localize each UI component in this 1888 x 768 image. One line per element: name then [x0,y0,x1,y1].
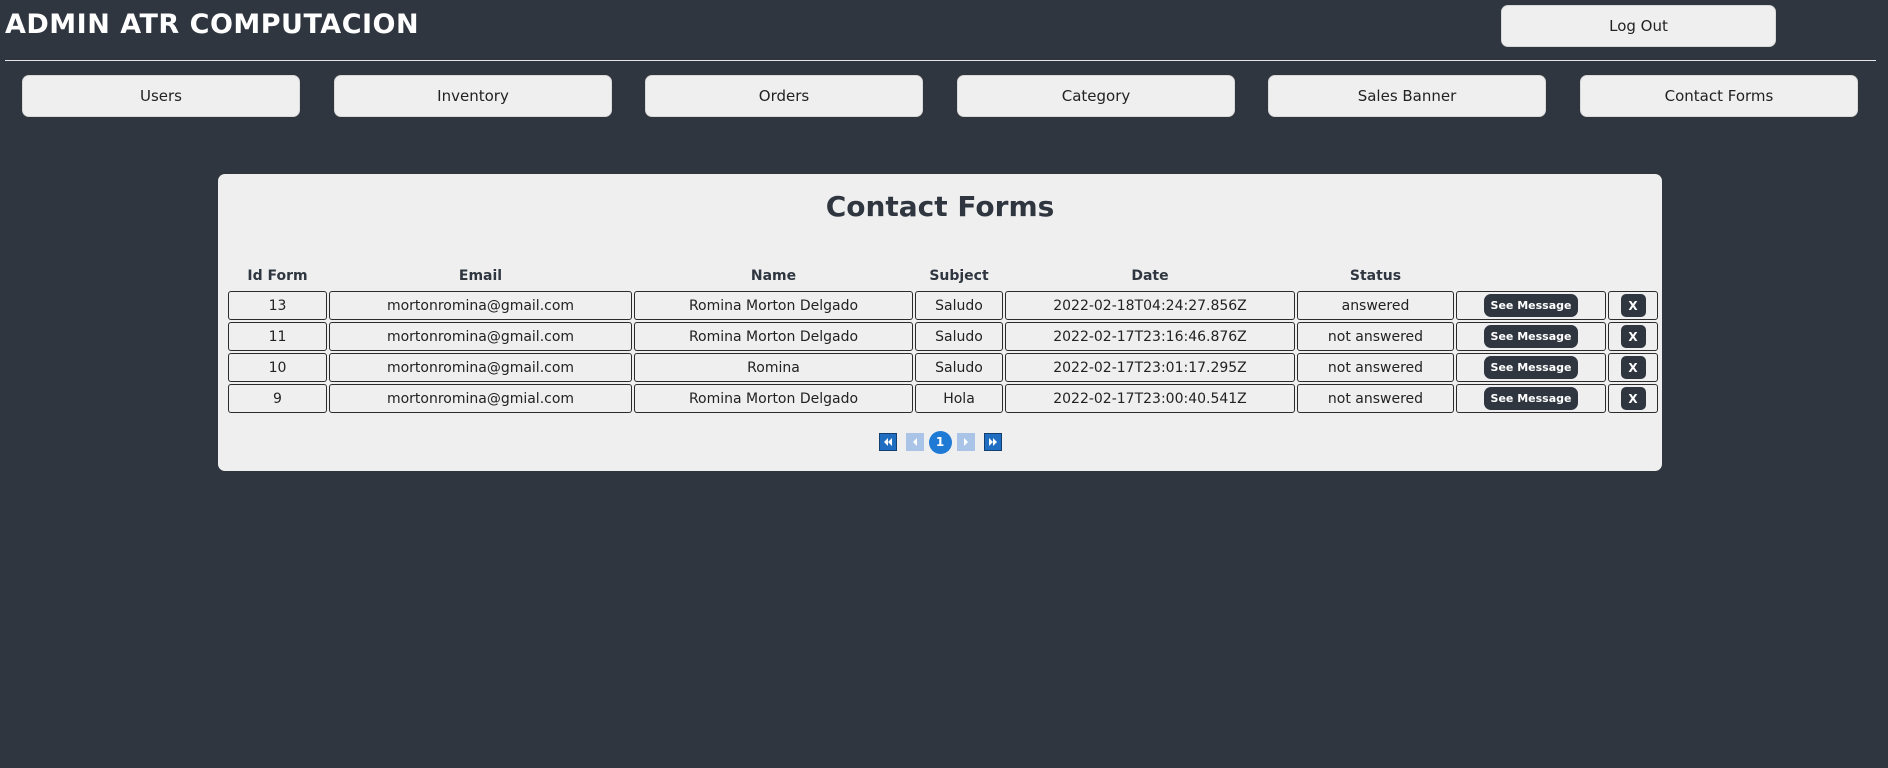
delete-button[interactable]: X [1620,356,1646,379]
cell-date: 2022-02-17T23:01:17.295Z [1005,353,1295,382]
column-header-email: Email [458,268,503,284]
cell-delete: X [1608,291,1658,320]
delete-button[interactable]: X [1620,387,1646,410]
cell-see-message: See Message [1456,353,1606,382]
cell-status: not answered [1297,322,1454,351]
last-page-button[interactable] [983,433,1002,451]
see-message-button[interactable]: See Message [1483,294,1579,317]
cell-date: 2022-02-18T04:24:27.856Z [1005,291,1295,320]
table-row: 10 mortonromina@gmail.com Romina Saludo … [228,353,1658,382]
cell-id: 13 [228,291,327,320]
table-row: 11 mortonromina@gmail.com Romina Morton … [228,322,1658,351]
nav-sales-banner-button[interactable]: Sales Banner [1268,75,1546,117]
cell-status: not answered [1297,353,1454,382]
app-title: ADMIN ATR COMPUTACION [5,9,420,40]
double-left-arrow-icon [883,438,892,446]
column-header-message [1456,267,1606,289]
cell-date: 2022-02-17T23:00:40.541Z [1005,384,1295,413]
cell-name: Romina [634,353,913,382]
column-header-name: Name [750,268,797,284]
see-message-button[interactable]: See Message [1483,325,1579,348]
see-message-button[interactable]: See Message [1483,356,1579,379]
cell-email: mortonromina@gmail.com [329,353,632,382]
current-page-button[interactable]: 1 [928,430,952,454]
cell-status: answered [1297,291,1454,320]
delete-button[interactable]: X [1620,294,1646,317]
delete-button[interactable]: X [1620,325,1646,348]
column-header-id: Id Form [247,268,308,284]
column-header-subject: Subject [929,268,989,284]
pagination: 1 [218,430,1662,454]
table-row: 9 mortonromina@gmial.com Romina Morton D… [228,384,1658,413]
cell-name: Romina Morton Delgado [634,322,913,351]
cell-subject: Saludo [915,322,1003,351]
cell-email: mortonromina@gmail.com [329,291,632,320]
cell-id: 9 [228,384,327,413]
cell-date: 2022-02-17T23:16:46.876Z [1005,322,1295,351]
cell-subject: Hola [915,384,1003,413]
cell-email: mortonromina@gmail.com [329,322,632,351]
left-arrow-icon [912,438,917,446]
cell-status: not answered [1297,384,1454,413]
cell-see-message: See Message [1456,384,1606,413]
cell-id: 11 [228,322,327,351]
page-title: Contact Forms [825,190,1055,223]
nav-category-button[interactable]: Category [957,75,1235,117]
table-header-row: Id Form Email Name Subject Date Status [228,267,1658,289]
header-divider [5,60,1876,61]
nav-inventory-button[interactable]: Inventory [334,75,612,117]
cell-delete: X [1608,384,1658,413]
cell-see-message: See Message [1456,322,1606,351]
column-header-delete [1608,267,1658,289]
contact-forms-table: Id Form Email Name Subject Date Status 1… [226,265,1660,415]
cell-subject: Saludo [915,353,1003,382]
cell-delete: X [1608,353,1658,382]
cell-email: mortonromina@gmial.com [329,384,632,413]
logout-button[interactable]: Log Out [1501,5,1776,47]
nav-contact-forms-button[interactable]: Contact Forms [1580,75,1858,117]
nav-users-button[interactable]: Users [22,75,300,117]
next-page-button[interactable] [956,433,975,451]
cell-subject: Saludo [915,291,1003,320]
contact-forms-panel: Contact Forms Id Form Email Name Subject… [218,174,1662,471]
cell-see-message: See Message [1456,291,1606,320]
cell-name: Romina Morton Delgado [634,291,913,320]
column-header-status: Status [1349,268,1402,284]
cell-name: Romina Morton Delgado [634,384,913,413]
first-page-button[interactable] [878,433,897,451]
see-message-button[interactable]: See Message [1483,387,1579,410]
cell-id: 10 [228,353,327,382]
nav-orders-button[interactable]: Orders [645,75,923,117]
table-row: 13 mortonromina@gmail.com Romina Morton … [228,291,1658,320]
cell-delete: X [1608,322,1658,351]
right-arrow-icon [963,438,968,446]
previous-page-button[interactable] [905,433,924,451]
double-right-arrow-icon [988,438,997,446]
column-header-date: Date [1131,268,1169,284]
